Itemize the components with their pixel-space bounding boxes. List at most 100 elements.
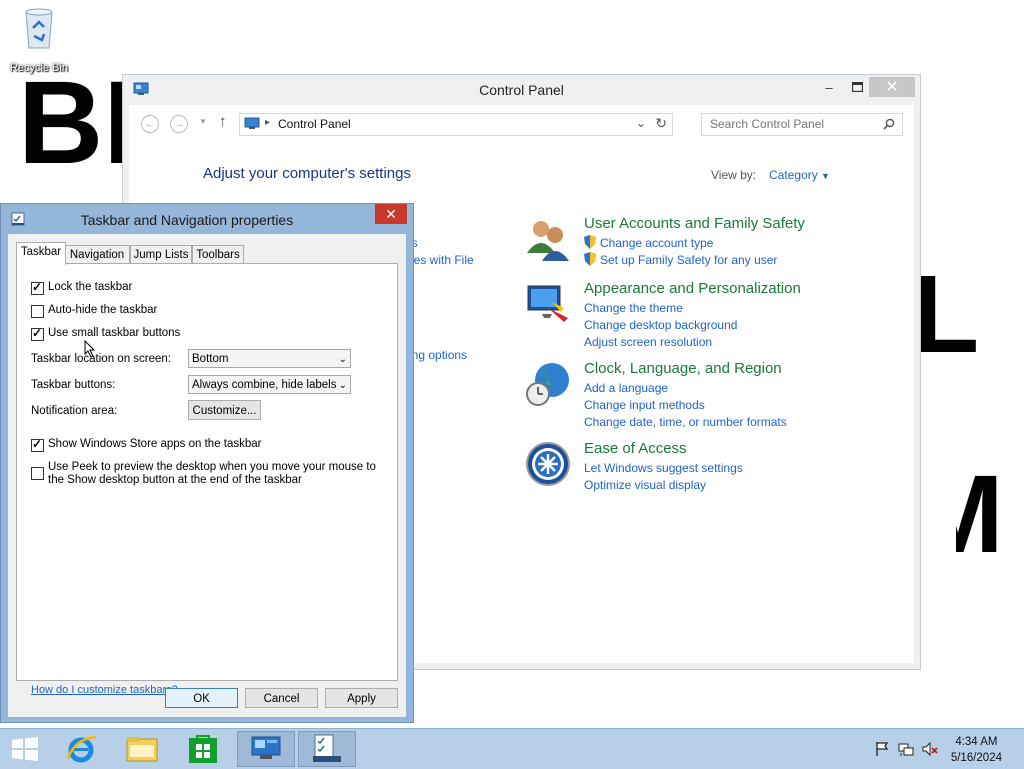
checkbox-checked[interactable] [31, 326, 44, 341]
taskbar-properties-window[interactable] [298, 731, 356, 767]
customize-button[interactable]: Customize... [188, 400, 261, 420]
notification-area-label: Notification area: [31, 405, 118, 417]
search-box[interactable] [701, 113, 903, 136]
tab-taskbar[interactable]: Taskbar [16, 242, 66, 265]
up-arrow-icon: ↑ [219, 113, 227, 130]
page-heading: Adjust your computer's settings [203, 165, 411, 182]
action-center-flag-icon[interactable] [874, 741, 890, 757]
lock-taskbar-checkbox[interactable]: Lock the taskbar [31, 280, 133, 295]
category-title[interactable]: Ease of Access [584, 440, 687, 457]
back-button[interactable]: ← [141, 115, 159, 133]
view-by-value: Category [769, 168, 818, 182]
category-link[interactable]: Optimize visual display [584, 478, 706, 492]
taskbar-internet-explorer[interactable] [52, 731, 110, 767]
volume-muted-icon[interactable] [922, 741, 938, 757]
maximize-button[interactable] [843, 77, 871, 97]
address-dropdown-icon[interactable]: ⌄ [636, 116, 646, 130]
mouse-cursor-icon [84, 340, 96, 358]
category-user-accounts: User Accounts and Family Safety Change a… [524, 215, 844, 275]
clock-time: 4:34 AM [955, 736, 998, 748]
category-link[interactable]: Change the theme [584, 301, 683, 315]
uac-shield-icon [584, 252, 596, 266]
location-label: Taskbar location on screen: [31, 353, 171, 365]
control-panel-small-icon [244, 117, 260, 129]
taskbar-tab-panel: Lock the taskbar Auto-hide the taskbar U… [16, 263, 398, 696]
wallpaper-text-2: L [912, 253, 980, 376]
category-link[interactable]: Change desktop background [584, 318, 737, 332]
network-icon[interactable] [898, 741, 914, 757]
search-input[interactable] [708, 116, 877, 132]
minimize-icon: – [825, 79, 833, 95]
taskbar-control-panel[interactable] [237, 731, 295, 767]
search-icon[interactable] [883, 118, 895, 130]
category-link[interactable]: Add a language [584, 381, 668, 395]
taskbar-file-explorer[interactable] [113, 731, 171, 767]
checkbox-label: Lock the taskbar [48, 281, 133, 293]
store-apps-checkbox[interactable]: Show Windows Store apps on the taskbar [31, 437, 262, 452]
close-button[interactable]: ✕ [869, 77, 915, 97]
category-link[interactable]: Let Windows suggest settings [584, 461, 743, 475]
store-icon [189, 735, 217, 763]
start-button[interactable] [0, 731, 50, 767]
location-select[interactable]: Bottom ⌄ [188, 349, 351, 368]
clock-date: 5/16/2024 [950, 752, 1002, 764]
uac-shield-icon [584, 235, 596, 249]
category-title[interactable]: Appearance and Personalization [584, 280, 801, 297]
chevron-down-icon: ⌄ [338, 354, 347, 365]
control-panel-titlebar[interactable]: Control Panel – ✕ [123, 75, 920, 105]
dialog-close-button[interactable]: ✕ [375, 204, 407, 224]
recent-locations-button[interactable]: ▼ [199, 117, 207, 126]
tab-jump-lists[interactable]: Jump Lists [130, 245, 192, 264]
category-link[interactable]: Change account type [600, 236, 713, 250]
small-buttons-checkbox[interactable]: Use small taskbar buttons [31, 326, 180, 341]
peek-checkbox[interactable]: Use Peek to preview the desktop when you… [31, 461, 381, 487]
wallpaper-text-1: BI [18, 57, 136, 189]
category-title[interactable]: Clock, Language, and Region [584, 360, 782, 377]
checkbox-checked[interactable] [31, 280, 44, 295]
category-link[interactable]: Change input methods [584, 398, 705, 412]
forward-button[interactable]: → [170, 115, 188, 133]
category-title[interactable]: User Accounts and Family Safety [584, 215, 805, 232]
taskbar-buttons-select[interactable]: Always combine, hide labels ⌄ [188, 375, 351, 394]
left-category-link-fragment[interactable]: ring options [405, 348, 467, 362]
control-panel-icon [251, 736, 281, 759]
appearance-icon [527, 285, 568, 322]
maximize-icon [851, 82, 863, 92]
cancel-button[interactable]: Cancel [245, 688, 318, 708]
help-link[interactable]: How do I customize taskbars? [31, 684, 178, 696]
taskbar-properties-icon [313, 734, 341, 762]
auto-hide-checkbox[interactable]: Auto-hide the taskbar [31, 304, 157, 318]
view-by-dropdown[interactable]: Category ▼ [769, 168, 830, 182]
category-link[interactable]: Set up Family Safety for any user [600, 253, 777, 267]
left-category-link-fragment[interactable]: files with File [405, 253, 474, 267]
ok-button[interactable]: OK [165, 688, 238, 708]
apply-button[interactable]: Apply [325, 688, 398, 708]
address-bar[interactable]: ▸ Control Panel ⌄ ↻ [239, 113, 673, 136]
folder-icon [126, 737, 158, 762]
breadcrumb-control-panel[interactable]: Control Panel [278, 117, 351, 131]
checkbox-unchecked[interactable] [31, 305, 44, 318]
tab-toolbars[interactable]: Toolbars [192, 245, 244, 264]
refresh-icon[interactable]: ↻ [655, 115, 667, 132]
window-title: Control Panel [479, 82, 564, 98]
category-link[interactable]: Change date, time, or number formats [584, 415, 787, 429]
close-icon: ✕ [385, 205, 397, 222]
users-icon [527, 221, 569, 261]
minimize-button[interactable]: – [815, 77, 843, 97]
checkbox-label: Use Peek to preview the desktop when you… [48, 461, 376, 486]
dialog-body: Taskbar Navigation Jump Lists Toolbars L… [8, 234, 406, 717]
dialog-title: Taskbar and Navigation properties [80, 212, 294, 228]
category-appearance: Appearance and Personalization Change th… [524, 280, 844, 350]
checkbox-checked[interactable] [31, 437, 44, 452]
chevron-down-icon: ▼ [199, 117, 207, 126]
wallpaper-text-3: M [912, 453, 1004, 576]
system-clock[interactable]: 4:34 AM 5/16/2024 [951, 734, 1002, 766]
chevron-down-icon: ⌄ [338, 380, 347, 391]
close-icon: ✕ [885, 79, 899, 96]
checkbox-unchecked[interactable] [31, 467, 44, 480]
tab-navigation[interactable]: Navigation [64, 245, 130, 264]
category-link[interactable]: Adjust screen resolution [584, 335, 712, 349]
up-button[interactable]: ↑ [219, 113, 227, 130]
taskbar-store[interactable] [174, 731, 232, 767]
taskbar-buttons-value: Always combine, hide labels [192, 379, 337, 391]
